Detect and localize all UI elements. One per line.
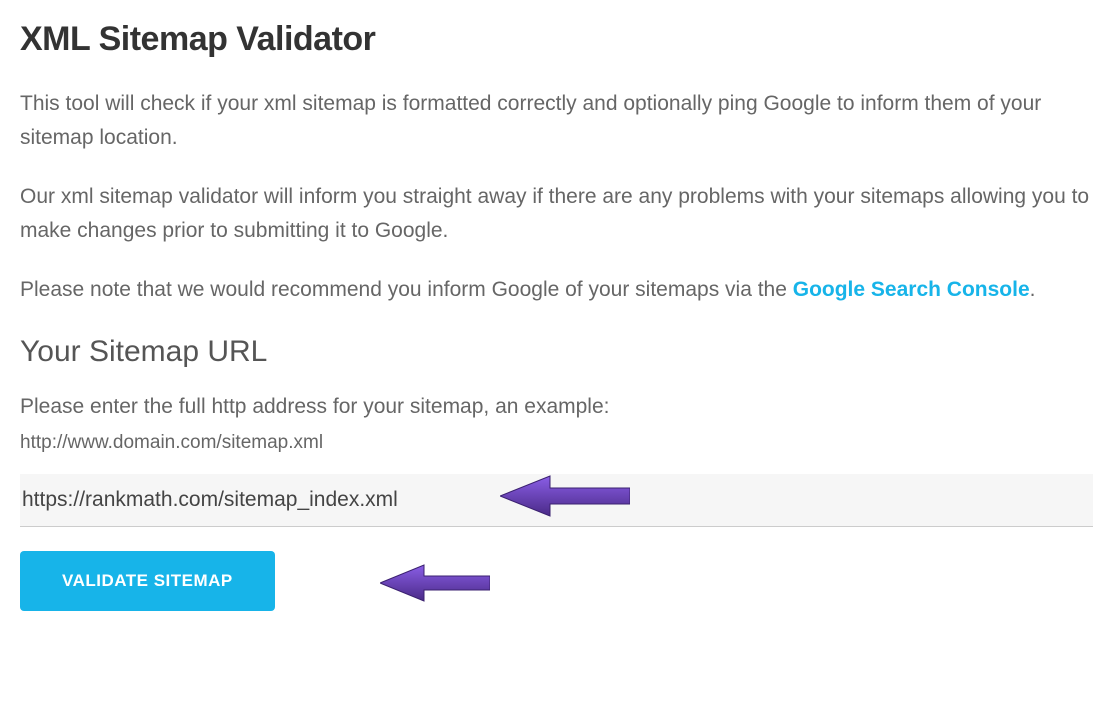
- description-paragraph-3-suffix: .: [1030, 278, 1036, 301]
- page-container: XML Sitemap Validator This tool will che…: [0, 0, 1113, 631]
- description-paragraph-3-prefix: Please note that we would recommend you …: [20, 278, 793, 301]
- description-paragraph-2: Our xml sitemap validator will inform yo…: [20, 180, 1093, 247]
- annotation-arrow-icon: [380, 557, 490, 609]
- page-title: XML Sitemap Validator: [20, 20, 1093, 59]
- google-search-console-link[interactable]: Google Search Console: [793, 278, 1030, 301]
- sitemap-url-input[interactable]: [20, 474, 1093, 527]
- sitemap-url-heading: Your Sitemap URL: [20, 335, 1093, 369]
- description-paragraph-3: Please note that we would recommend you …: [20, 273, 1093, 307]
- description-paragraph-1: This tool will check if your xml sitemap…: [20, 87, 1093, 154]
- input-hint: Please enter the full http address for y…: [20, 391, 1093, 423]
- input-example: http://www.domain.com/sitemap.xml: [20, 432, 1093, 454]
- validate-sitemap-button[interactable]: VALIDATE SITEMAP: [20, 551, 275, 611]
- button-row: VALIDATE SITEMAP: [20, 551, 1093, 611]
- input-row: [20, 474, 1093, 527]
